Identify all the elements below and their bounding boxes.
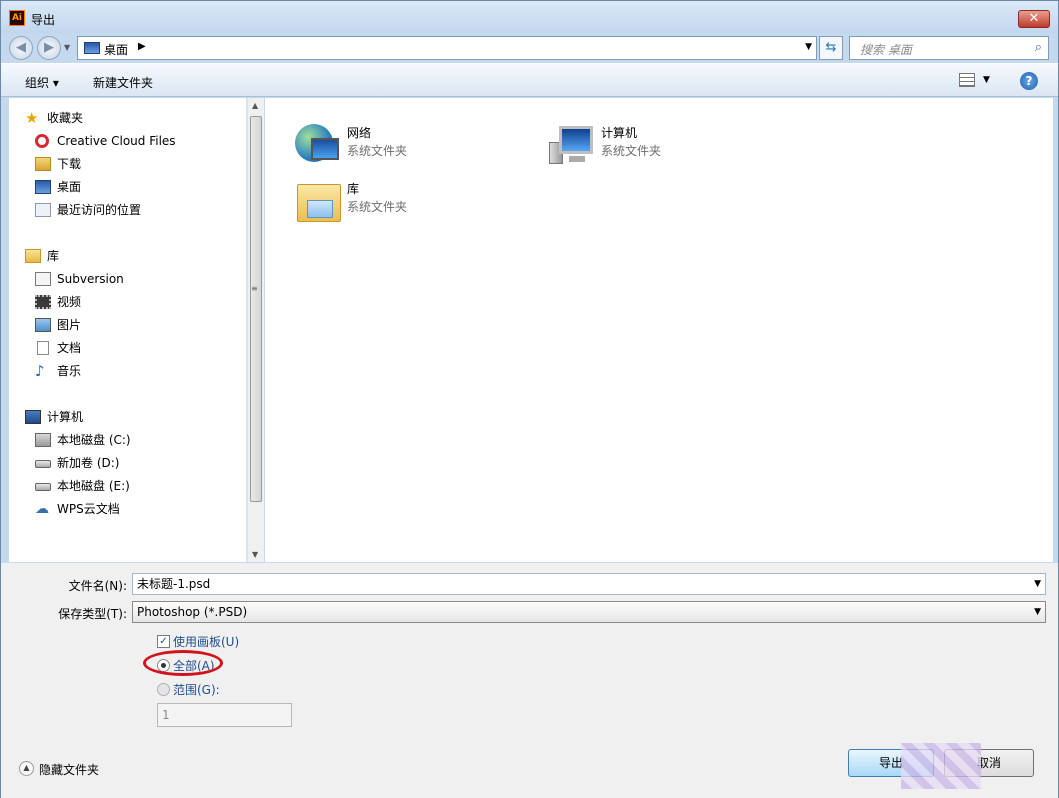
desktop-icon [84, 42, 100, 54]
file-list-view[interactable]: 网络 系统文件夹 计算机 系统文件夹 库 系统文件夹 [265, 98, 1053, 562]
breadcrumb-chevron-icon[interactable]: ▶ [138, 41, 146, 52]
export-dialog: Ai 导出 ✕ ◀ ▶ ▼ 桌面 ▶ ▼ ⇆ 搜索 桌面 ⌕ 组织 ▾ 新建文件… [0, 0, 1059, 798]
network-icon [293, 122, 341, 170]
hide-folders-button[interactable]: 隐藏文件夹 [39, 761, 99, 778]
creative-cloud-icon [35, 134, 49, 148]
illustrator-app-icon: Ai [9, 10, 25, 26]
address-bar[interactable]: 桌面 ▶ ▼ [77, 36, 817, 60]
organize-menu-button[interactable]: 组织 ▾ [25, 74, 59, 91]
scrollbar-thumb[interactable] [250, 116, 262, 502]
list-item[interactable]: 库 系统文件夹 [293, 178, 513, 230]
view-options-icon[interactable] [959, 73, 975, 87]
help-button[interactable]: ? [1020, 72, 1038, 90]
mosaic-watermark [901, 743, 981, 789]
scroll-down-arrow-icon[interactable]: ▼ [252, 550, 258, 559]
filetype-select[interactable]: Photoshop (*.PSD) ▼ [132, 601, 1046, 623]
address-dropdown-icon[interactable]: ▼ [805, 42, 812, 52]
filetype-dropdown-icon[interactable]: ▼ [1034, 602, 1041, 622]
library-folder-icon [293, 178, 341, 226]
video-icon [35, 295, 51, 309]
scroll-up-arrow-icon[interactable]: ▲ [252, 101, 258, 110]
item-type: 系统文件夹 [347, 200, 408, 214]
close-button[interactable]: ✕ [1018, 10, 1050, 28]
use-artboards-checkbox[interactable]: ✓ [157, 635, 170, 648]
back-button[interactable]: ◀ [9, 36, 33, 60]
forward-button[interactable]: ▶ [37, 36, 61, 60]
scrollbar-grip-icon: ≡ [251, 284, 258, 293]
library-icon [25, 249, 41, 263]
range-input[interactable]: 1 [157, 703, 292, 727]
address-breadcrumb[interactable]: 桌面 [104, 41, 128, 58]
recent-places-icon [35, 203, 51, 217]
collapse-arrow-icon[interactable]: ▲ [19, 761, 34, 776]
window-title: 导出 [31, 13, 56, 27]
documents-icon [37, 341, 49, 355]
item-type: 系统文件夹 [347, 144, 408, 158]
filetype-label: 保存类型(T): [58, 607, 127, 621]
navigation-bar: ◀ ▶ ▼ 桌面 ▶ ▼ ⇆ 搜索 桌面 ⌕ [1, 33, 1058, 61]
dialog-footer: ▲ 隐藏文件夹 导出 取消 [1, 738, 1058, 798]
system-drive-icon [35, 433, 51, 447]
downloads-folder-icon [35, 157, 51, 171]
music-note-icon: ♪ [35, 362, 45, 380]
item-type: 系统文件夹 [601, 144, 662, 158]
filename-field[interactable]: 未标题-1.psd ▼ [132, 573, 1046, 595]
computer-icon [547, 122, 595, 170]
range-radio-label[interactable]: 范围(G): [173, 681, 220, 698]
item-name: 网络 [347, 126, 372, 140]
search-input[interactable]: 搜索 桌面 [860, 41, 912, 58]
star-icon: ★ [25, 109, 39, 127]
filename-value[interactable]: 未标题-1.psd [137, 577, 210, 591]
new-folder-button[interactable]: 新建文件夹 [93, 74, 153, 91]
item-name: 计算机 [601, 126, 638, 140]
navigation-pane: ★ 收藏夹 Creative Cloud Files 下载 桌面 最近访问的位置… [9, 98, 247, 562]
list-item[interactable]: 计算机 系统文件夹 [547, 122, 767, 174]
cloud-icon: ☁ [35, 501, 49, 517]
computer-icon [25, 410, 41, 424]
filename-dropdown-icon[interactable]: ▼ [1034, 574, 1041, 594]
search-icon[interactable]: ⌕ [1035, 40, 1042, 55]
list-item[interactable]: 网络 系统文件夹 [293, 122, 513, 174]
recent-locations-dropdown-icon[interactable]: ▼ [64, 43, 70, 52]
desktop-icon [35, 180, 51, 194]
title-bar: Ai 导出 ✕ [1, 1, 1058, 33]
use-artboards-label[interactable]: 使用画板(U) [173, 633, 239, 650]
view-dropdown-icon[interactable]: ▼ [983, 75, 990, 85]
highlight-annotation [143, 650, 223, 676]
save-options-panel: 文件名(N): 未标题-1.psd ▼ 保存类型(T): Photoshop (… [1, 563, 1058, 738]
drive-icon [35, 460, 51, 468]
item-name: 库 [347, 182, 360, 196]
filetype-value[interactable]: Photoshop (*.PSD) [137, 605, 247, 619]
filename-label: 文件名(N): [68, 579, 127, 593]
command-toolbar: 组织 ▾ 新建文件夹 ▼ ? [1, 63, 1058, 97]
pictures-icon [35, 318, 51, 332]
range-radio[interactable] [157, 683, 170, 696]
search-box[interactable]: 搜索 桌面 ⌕ [849, 36, 1049, 60]
subversion-icon [35, 272, 51, 286]
drive-icon [35, 483, 51, 491]
refresh-button[interactable]: ⇆ [819, 36, 843, 60]
navigation-pane-scrollbar[interactable]: ▲ ≡ ▼ [247, 98, 264, 562]
